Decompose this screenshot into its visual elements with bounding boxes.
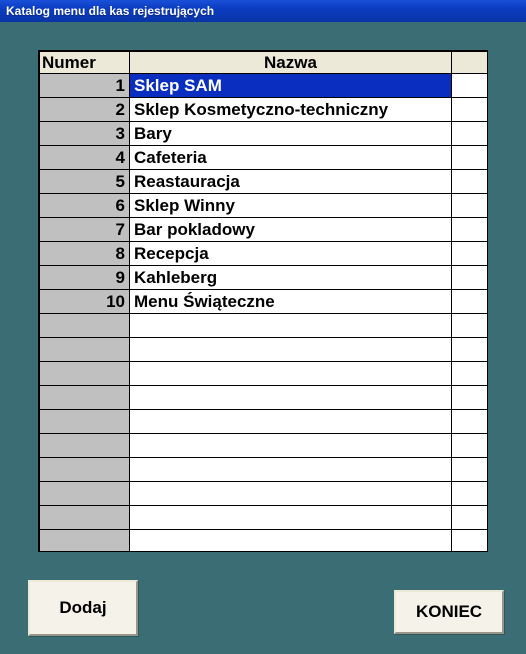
- cell-number[interactable]: 7: [40, 218, 130, 242]
- cell-number[interactable]: [40, 530, 130, 553]
- table-row[interactable]: 4Cafeteria: [40, 146, 488, 170]
- cell-spacer: [452, 122, 488, 146]
- cell-name[interactable]: Sklep SAM: [130, 74, 452, 98]
- table-row[interactable]: [40, 458, 488, 482]
- table-header-row: Numer Nazwa: [40, 52, 488, 74]
- cell-spacer: [452, 290, 488, 314]
- cell-name[interactable]: [130, 410, 452, 434]
- cell-number[interactable]: [40, 314, 130, 338]
- catalog-table[interactable]: Numer Nazwa 1Sklep SAM2Sklep Kosmetyczno…: [39, 51, 488, 552]
- cell-number[interactable]: [40, 386, 130, 410]
- cell-name[interactable]: Kahleberg: [130, 266, 452, 290]
- table-row[interactable]: [40, 386, 488, 410]
- cell-name[interactable]: [130, 314, 452, 338]
- cell-name[interactable]: [130, 386, 452, 410]
- button-row: Dodaj KONIEC: [28, 580, 504, 636]
- cell-number[interactable]: [40, 458, 130, 482]
- window-titlebar: Katalog menu dla kas rejestrujących: [0, 0, 526, 22]
- table-row[interactable]: 1Sklep SAM: [40, 74, 488, 98]
- table-row[interactable]: [40, 362, 488, 386]
- window-body: Numer Nazwa 1Sklep SAM2Sklep Kosmetyczno…: [0, 22, 526, 654]
- table-row[interactable]: [40, 506, 488, 530]
- cell-spacer: [452, 314, 488, 338]
- cell-spacer: [452, 410, 488, 434]
- cell-spacer: [452, 74, 488, 98]
- cell-spacer: [452, 362, 488, 386]
- cell-number[interactable]: 4: [40, 146, 130, 170]
- table-row[interactable]: 9Kahleberg: [40, 266, 488, 290]
- cell-number[interactable]: 9: [40, 266, 130, 290]
- cell-name[interactable]: Reastauracja: [130, 170, 452, 194]
- cell-number[interactable]: [40, 434, 130, 458]
- window-title: Katalog menu dla kas rejestrujących: [6, 4, 214, 18]
- cell-spacer: [452, 146, 488, 170]
- cell-spacer: [452, 242, 488, 266]
- table-row[interactable]: 5Reastauracja: [40, 170, 488, 194]
- cell-number[interactable]: [40, 362, 130, 386]
- cell-spacer: [452, 266, 488, 290]
- cell-spacer: [452, 386, 488, 410]
- cell-spacer: [452, 98, 488, 122]
- add-button[interactable]: Dodaj: [28, 580, 138, 636]
- table-row[interactable]: [40, 338, 488, 362]
- cell-number[interactable]: [40, 410, 130, 434]
- cell-number[interactable]: [40, 338, 130, 362]
- table-row[interactable]: 10Menu Świąteczne: [40, 290, 488, 314]
- cell-spacer: [452, 434, 488, 458]
- table-row[interactable]: 8Recepcja: [40, 242, 488, 266]
- catalog-table-container: Numer Nazwa 1Sklep SAM2Sklep Kosmetyczno…: [38, 50, 488, 552]
- cell-name[interactable]: Bary: [130, 122, 452, 146]
- cell-name[interactable]: [130, 482, 452, 506]
- cell-number[interactable]: [40, 506, 130, 530]
- cell-number[interactable]: 10: [40, 290, 130, 314]
- cell-number[interactable]: [40, 482, 130, 506]
- cell-spacer: [452, 458, 488, 482]
- table-row[interactable]: [40, 530, 488, 553]
- cell-number[interactable]: 3: [40, 122, 130, 146]
- cell-spacer: [452, 170, 488, 194]
- table-row[interactable]: [40, 482, 488, 506]
- table-row[interactable]: 2Sklep Kosmetyczno-techniczny: [40, 98, 488, 122]
- table-row[interactable]: 7Bar pokladowy: [40, 218, 488, 242]
- column-header-number[interactable]: Numer: [40, 52, 130, 74]
- cell-name[interactable]: [130, 506, 452, 530]
- cell-name[interactable]: [130, 530, 452, 553]
- table-row[interactable]: 6Sklep Winny: [40, 194, 488, 218]
- cell-name[interactable]: Sklep Winny: [130, 194, 452, 218]
- cell-number[interactable]: 2: [40, 98, 130, 122]
- cell-number[interactable]: 6: [40, 194, 130, 218]
- cell-spacer: [452, 530, 488, 553]
- cell-number[interactable]: 1: [40, 74, 130, 98]
- cell-name[interactable]: Cafeteria: [130, 146, 452, 170]
- cell-name[interactable]: Recepcja: [130, 242, 452, 266]
- cell-spacer: [452, 482, 488, 506]
- cell-spacer: [452, 194, 488, 218]
- cell-spacer: [452, 218, 488, 242]
- cell-number[interactable]: 8: [40, 242, 130, 266]
- close-button[interactable]: KONIEC: [394, 590, 504, 634]
- cell-name[interactable]: Sklep Kosmetyczno-techniczny: [130, 98, 452, 122]
- cell-name[interactable]: Menu Świąteczne: [130, 290, 452, 314]
- cell-number[interactable]: 5: [40, 170, 130, 194]
- table-row[interactable]: [40, 410, 488, 434]
- table-row[interactable]: 3Bary: [40, 122, 488, 146]
- cell-name[interactable]: [130, 338, 452, 362]
- cell-name[interactable]: [130, 362, 452, 386]
- cell-spacer: [452, 506, 488, 530]
- table-row[interactable]: [40, 434, 488, 458]
- column-header-name[interactable]: Nazwa: [130, 52, 452, 74]
- cell-name[interactable]: Bar pokladowy: [130, 218, 452, 242]
- cell-name[interactable]: [130, 458, 452, 482]
- cell-name[interactable]: [130, 434, 452, 458]
- column-header-spacer: [452, 52, 488, 74]
- cell-spacer: [452, 338, 488, 362]
- table-row[interactable]: [40, 314, 488, 338]
